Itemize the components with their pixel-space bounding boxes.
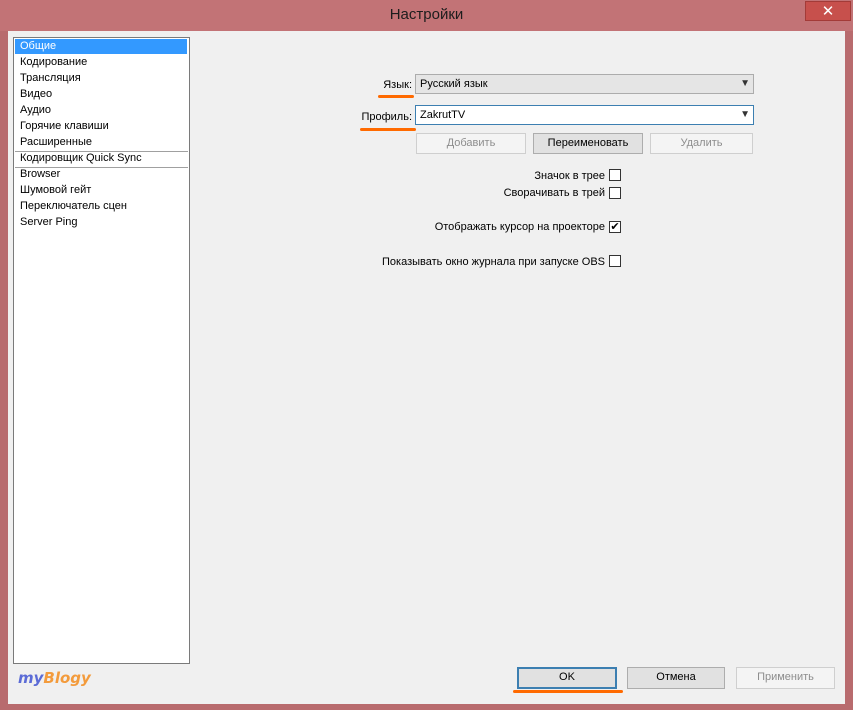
rename-profile-button[interactable]: Переименовать (533, 133, 643, 154)
profile-label: Профиль: (361, 111, 412, 123)
chevron-down-icon: ▼ (740, 78, 750, 89)
profile-annotation-underline (360, 128, 416, 131)
close-button[interactable]: ✕ (805, 1, 851, 21)
tray-icon-label: Значок в трее (534, 170, 605, 182)
sidebar-item-quick-sync[interactable]: Кодировщик Quick Sync (15, 151, 187, 166)
apply-button[interactable]: Применить (736, 667, 835, 689)
sidebar-item-audio[interactable]: Аудио (15, 103, 187, 118)
checkmark-icon: ✔ (610, 221, 620, 233)
delete-profile-button[interactable]: Удалить (650, 133, 753, 154)
chevron-down-icon: ▼ (740, 109, 750, 120)
show-log-checkbox[interactable] (609, 255, 621, 267)
add-profile-button[interactable]: Добавить (416, 133, 526, 154)
cancel-button[interactable]: Отмена (627, 667, 725, 689)
sidebar-item-browser[interactable]: Browser (15, 167, 187, 182)
show-log-label: Показывать окно журнала при запуске OBS (382, 256, 605, 268)
projector-cursor-label: Отображать курсор на проекторе (434, 221, 605, 233)
language-annotation-underline (378, 95, 414, 98)
window-title: Настройки (389, 6, 464, 23)
title-bar: Настройки ✕ (0, 0, 853, 31)
sidebar-item-scene-switcher[interactable]: Переключатель сцен (15, 199, 187, 214)
settings-category-list[interactable]: Общие Кодирование Трансляция Видео Аудио… (13, 37, 190, 664)
minimize-tray-label: Сворачивать в трей (503, 187, 605, 199)
minimize-tray-checkbox[interactable] (609, 187, 621, 199)
settings-dialog-body: Общие Кодирование Трансляция Видео Аудио… (8, 31, 845, 704)
profile-select-value: ZakrutTV (420, 109, 466, 121)
tray-icon-checkbox[interactable] (609, 169, 621, 181)
close-icon: ✕ (821, 3, 835, 20)
sidebar-item-general[interactable]: Общие (15, 39, 187, 54)
sidebar-item-server-ping[interactable]: Server Ping (15, 215, 187, 230)
ok-annotation-underline (513, 690, 623, 693)
sidebar-item-broadcast[interactable]: Трансляция (15, 71, 187, 86)
sidebar-item-hotkeys[interactable]: Горячие клавиши (15, 119, 187, 134)
sidebar-item-encoding[interactable]: Кодирование (15, 55, 187, 70)
language-select-value: Русский язык (420, 78, 488, 90)
projector-cursor-checkbox[interactable]: ✔ (609, 221, 621, 233)
ok-button[interactable]: OK (517, 667, 617, 689)
sidebar-item-noise-gate[interactable]: Шумовой гейт (15, 183, 187, 198)
sidebar-item-advanced[interactable]: Расширенные (15, 135, 187, 150)
profile-select[interactable]: ZakrutTV ▼ (415, 105, 754, 125)
language-select[interactable]: Русский язык ▼ (415, 74, 754, 94)
myblogy-watermark-logo: myBlogy (18, 669, 91, 687)
language-label: Язык: (383, 79, 412, 91)
sidebar-item-video[interactable]: Видео (15, 87, 187, 102)
